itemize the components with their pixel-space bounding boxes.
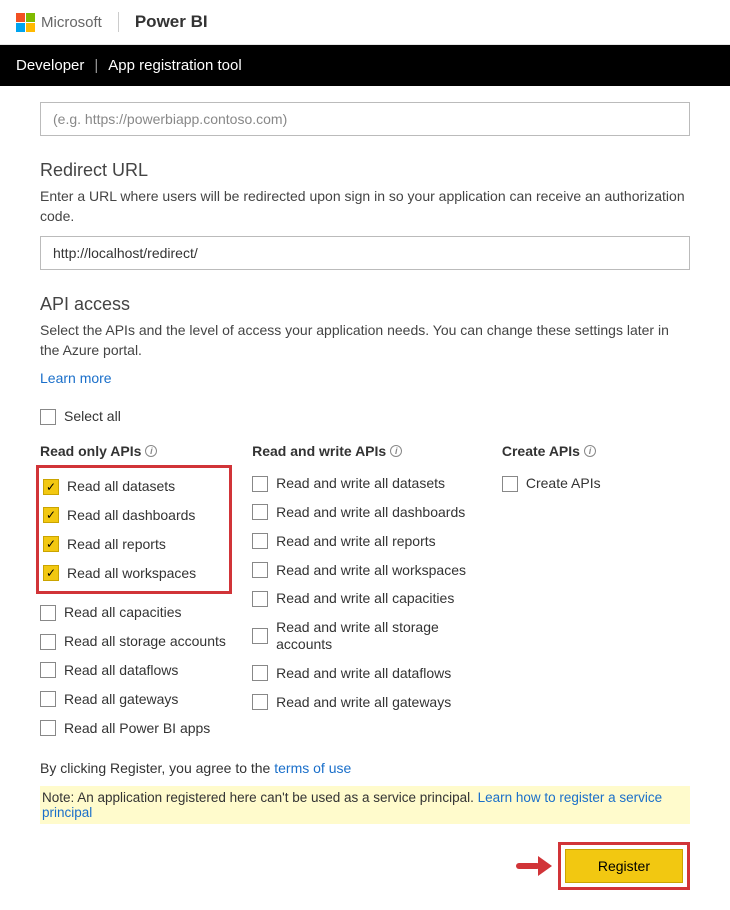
api-item[interactable]: Read and write all workspaces bbox=[252, 556, 478, 585]
header: Microsoft Power BI bbox=[0, 0, 730, 45]
api-item[interactable]: Read and write all gateways bbox=[252, 688, 478, 717]
readonly-header: Read only APIs i bbox=[40, 443, 228, 459]
api-item-label: Read and write all gateways bbox=[276, 694, 451, 711]
content: Redirect URL Enter a URL where users wil… bbox=[0, 86, 730, 910]
checkbox[interactable] bbox=[43, 507, 59, 523]
api-item[interactable]: Read all storage accounts bbox=[40, 627, 228, 656]
api-item[interactable]: Read and write all reports bbox=[252, 527, 478, 556]
api-item-label: Read and write all storage accounts bbox=[276, 619, 478, 653]
redirect-desc: Enter a URL where users will be redirect… bbox=[40, 187, 690, 226]
breadcrumb-page: App registration tool bbox=[108, 57, 241, 74]
api-desc: Select the APIs and the level of access … bbox=[40, 321, 690, 360]
divider bbox=[118, 12, 119, 32]
api-item-label: Read all reports bbox=[67, 536, 166, 553]
info-icon[interactable]: i bbox=[145, 445, 157, 457]
agree-text: By clicking Register, you agree to the t… bbox=[40, 760, 690, 776]
checkbox[interactable] bbox=[252, 476, 268, 492]
select-all-checkbox[interactable] bbox=[40, 409, 56, 425]
checkbox[interactable] bbox=[40, 605, 56, 621]
readwrite-column: Read and write APIs i Read and write all… bbox=[252, 443, 478, 742]
api-item[interactable]: Read all reports bbox=[43, 530, 225, 559]
api-item-label: Read all storage accounts bbox=[64, 633, 226, 650]
api-item-label: Create APIs bbox=[526, 475, 601, 492]
checkbox[interactable] bbox=[502, 476, 518, 492]
action-row: Register bbox=[40, 842, 690, 890]
checkbox[interactable] bbox=[252, 533, 268, 549]
checkbox[interactable] bbox=[40, 634, 56, 650]
api-item-label: Read all workspaces bbox=[67, 565, 196, 582]
checkbox[interactable] bbox=[252, 665, 268, 681]
create-header: Create APIs i bbox=[502, 443, 690, 459]
checkbox[interactable] bbox=[40, 691, 56, 707]
note-text: Note: An application registered here can… bbox=[42, 790, 478, 805]
api-item[interactable]: Read and write all storage accounts bbox=[252, 613, 478, 659]
checkbox[interactable] bbox=[43, 536, 59, 552]
checkbox[interactable] bbox=[252, 591, 268, 607]
checkbox[interactable] bbox=[252, 562, 268, 578]
api-item[interactable]: Read all Power BI apps bbox=[40, 714, 228, 743]
api-item[interactable]: Read all capacities bbox=[40, 598, 228, 627]
create-title: Create APIs bbox=[502, 443, 580, 459]
ms-logo-icon bbox=[16, 13, 35, 32]
terms-link[interactable]: terms of use bbox=[274, 760, 351, 776]
readwrite-header: Read and write APIs i bbox=[252, 443, 478, 459]
api-item-label: Read and write all workspaces bbox=[276, 562, 466, 579]
info-icon[interactable]: i bbox=[390, 445, 402, 457]
api-item-label: Read all datasets bbox=[67, 478, 175, 495]
api-item[interactable]: Read and write all capacities bbox=[252, 584, 478, 613]
checkbox[interactable] bbox=[252, 694, 268, 710]
breadcrumb-section: Developer bbox=[16, 57, 84, 74]
readonly-title: Read only APIs bbox=[40, 443, 141, 459]
create-column: Create APIs i Create APIs bbox=[502, 443, 690, 742]
api-item[interactable]: Read and write all dataflows bbox=[252, 659, 478, 688]
product-name: Power BI bbox=[135, 12, 208, 32]
api-item-label: Read all dashboards bbox=[67, 507, 195, 524]
select-all-row[interactable]: Select all bbox=[40, 402, 690, 431]
checkbox[interactable] bbox=[43, 479, 59, 495]
api-item-label: Read and write all dataflows bbox=[276, 665, 451, 682]
subheader: Developer | App registration tool bbox=[0, 45, 730, 86]
api-item[interactable]: Read all datasets bbox=[43, 472, 225, 501]
note-bar: Note: An application registered here can… bbox=[40, 786, 690, 824]
api-title: API access bbox=[40, 294, 690, 315]
api-item-label: Read all dataflows bbox=[64, 662, 178, 679]
api-item[interactable]: Create APIs bbox=[502, 469, 690, 498]
register-highlight: Register bbox=[558, 842, 690, 890]
brand-text: Microsoft bbox=[41, 14, 102, 31]
api-item[interactable]: Read all workspaces bbox=[43, 559, 225, 588]
microsoft-logo: Microsoft bbox=[16, 13, 102, 32]
api-item[interactable]: Read and write all dashboards bbox=[252, 498, 478, 527]
api-item-label: Read and write all capacities bbox=[276, 590, 454, 607]
api-item-label: Read all Power BI apps bbox=[64, 720, 210, 737]
select-all-label: Select all bbox=[64, 408, 121, 425]
readonly-column: Read only APIs i Read all datasets Read … bbox=[40, 443, 228, 742]
info-icon[interactable]: i bbox=[584, 445, 596, 457]
checkbox[interactable] bbox=[40, 720, 56, 736]
api-item-label: Read all gateways bbox=[64, 691, 178, 708]
readwrite-title: Read and write APIs bbox=[252, 443, 386, 459]
checkbox[interactable] bbox=[252, 628, 268, 644]
api-item-label: Read all capacities bbox=[64, 604, 182, 621]
breadcrumb-separator: | bbox=[94, 57, 98, 74]
learn-more-link[interactable]: Learn more bbox=[40, 370, 112, 386]
redirect-url-input[interactable] bbox=[40, 236, 690, 270]
app-url-input[interactable] bbox=[40, 102, 690, 136]
api-columns: Read only APIs i Read all datasets Read … bbox=[40, 443, 690, 742]
arrow-icon bbox=[516, 858, 552, 874]
api-item-label: Read and write all reports bbox=[276, 533, 436, 550]
register-button[interactable]: Register bbox=[565, 849, 683, 883]
api-item[interactable]: Read all dashboards bbox=[43, 501, 225, 530]
api-item[interactable]: Read and write all datasets bbox=[252, 469, 478, 498]
agree-prefix: By clicking Register, you agree to the bbox=[40, 760, 274, 776]
api-item[interactable]: Read all gateways bbox=[40, 685, 228, 714]
api-item-label: Read and write all datasets bbox=[276, 475, 445, 492]
api-item[interactable]: Read all dataflows bbox=[40, 656, 228, 685]
checkbox[interactable] bbox=[252, 504, 268, 520]
checkbox[interactable] bbox=[40, 662, 56, 678]
highlight-box: Read all datasets Read all dashboards Re… bbox=[36, 465, 232, 594]
checkbox[interactable] bbox=[43, 565, 59, 581]
api-item-label: Read and write all dashboards bbox=[276, 504, 465, 521]
redirect-title: Redirect URL bbox=[40, 160, 690, 181]
